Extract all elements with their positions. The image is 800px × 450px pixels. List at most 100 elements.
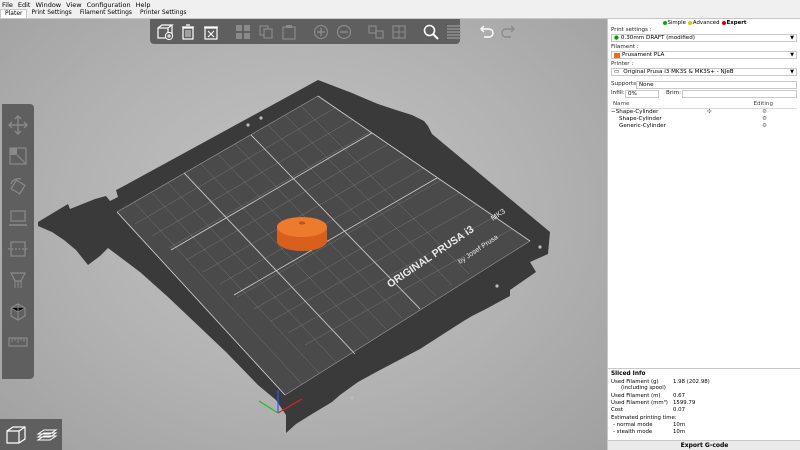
object-list-item[interactable]: Generic-Cylinder ⚙ bbox=[611, 123, 797, 130]
split-parts-icon bbox=[392, 24, 406, 39]
supports-label: Supports: bbox=[611, 81, 638, 87]
undo-icon bbox=[480, 25, 494, 38]
add-button[interactable] bbox=[156, 23, 174, 41]
undo-button[interactable] bbox=[477, 23, 495, 41]
tab-print-settings[interactable]: Print Settings bbox=[27, 9, 75, 18]
name-column-header[interactable]: Name bbox=[613, 101, 630, 108]
advanced-mode-icon bbox=[687, 21, 692, 25]
place-on-face-icon bbox=[9, 209, 27, 226]
preview-button[interactable] bbox=[33, 421, 61, 449]
split-parts-button[interactable] bbox=[390, 23, 408, 41]
search-icon bbox=[423, 24, 439, 40]
supports-combo[interactable]: None bbox=[636, 81, 797, 89]
split-objects-icon bbox=[368, 24, 384, 39]
infill-label: Infill: bbox=[611, 90, 625, 96]
scale-icon bbox=[9, 146, 27, 165]
object-list-item[interactable]: Shape-Cylinder ⚙ bbox=[611, 116, 797, 123]
mode-selector: Simple Advanced Expert bbox=[608, 19, 800, 27]
sidebar-panel: Simple Advanced Expert Print settings : … bbox=[607, 19, 800, 450]
move-button[interactable] bbox=[5, 112, 31, 137]
layers-editing-button[interactable] bbox=[445, 23, 463, 41]
brim-checkbox[interactable] bbox=[682, 90, 797, 98]
view-toggle-bar bbox=[0, 419, 62, 450]
export-gcode-button[interactable]: Export G-code bbox=[608, 440, 800, 450]
delete-button[interactable] bbox=[179, 23, 197, 41]
infill-combo[interactable]: 0% bbox=[625, 90, 659, 98]
3d-viewport[interactable]: ORIGINAL PRUSA i3 MK3 by Josef Prusa bbox=[0, 19, 607, 450]
delete-all-icon bbox=[204, 25, 218, 40]
edit-icon[interactable]: ⚙ bbox=[762, 109, 767, 116]
object-list-item[interactable]: −Shape-Cylinder ✣ ⚙ bbox=[611, 109, 797, 116]
move-icon bbox=[8, 114, 28, 135]
seam-paint-button[interactable] bbox=[5, 298, 31, 323]
bed-hole bbox=[495, 284, 499, 288]
measure-button[interactable] bbox=[5, 329, 31, 354]
delete-all-button[interactable] bbox=[202, 23, 220, 41]
scale-button[interactable] bbox=[5, 143, 31, 168]
arrange-button[interactable] bbox=[234, 23, 252, 41]
printer-icon: ▭ bbox=[614, 69, 620, 75]
printer-combo[interactable]: ▭ Original Prusa i3 MK3S & MK3S+ - NJeB … bbox=[611, 68, 797, 76]
filament-label: Filament : bbox=[611, 44, 639, 50]
remove-instance-icon bbox=[336, 24, 352, 39]
layers-editing-icon bbox=[447, 24, 461, 39]
chevron-down-icon: ▼ bbox=[790, 35, 794, 41]
seam-paint-icon bbox=[10, 302, 26, 321]
filament-combo[interactable]: Prusament PLA ▼ bbox=[611, 51, 797, 59]
chevron-down-icon: ▼ bbox=[790, 69, 794, 75]
preset-status-icon: ● bbox=[614, 35, 619, 41]
printer-label: Printer : bbox=[611, 61, 634, 67]
cube-3d-icon bbox=[5, 425, 26, 444]
tab-printer-settings[interactable]: Printer Settings bbox=[136, 9, 190, 18]
brim-label: Brim: bbox=[666, 90, 682, 96]
expert-mode-icon bbox=[721, 21, 726, 25]
add-icon bbox=[157, 23, 174, 40]
y-axis bbox=[258, 400, 279, 414]
tab-bar: Plater Print Settings Filament Settings … bbox=[0, 9, 800, 19]
bed-hole bbox=[246, 123, 250, 127]
bed-hole bbox=[538, 245, 542, 249]
redo-button[interactable] bbox=[500, 23, 518, 41]
simple-mode-icon bbox=[662, 21, 667, 25]
object-list-header: Name Editing bbox=[611, 101, 797, 109]
print-settings-label: Print settings : bbox=[611, 27, 652, 33]
paste-button[interactable] bbox=[280, 23, 298, 41]
tab-plater[interactable]: Plater bbox=[0, 9, 28, 18]
rotate-icon bbox=[10, 177, 26, 195]
search-button[interactable] bbox=[422, 23, 440, 41]
arrange-icon bbox=[236, 24, 250, 39]
sliced-info: Sliced Info Used Filament (g) 1.98 (202.9… bbox=[608, 368, 800, 440]
copy-icon bbox=[259, 24, 273, 39]
mode-simple[interactable]: Simple bbox=[662, 19, 686, 27]
top-toolbar bbox=[150, 19, 515, 44]
edit-icon[interactable]: ⚙ bbox=[762, 123, 767, 130]
mode-expert[interactable]: Expert bbox=[721, 19, 746, 27]
filament-color-swatch bbox=[614, 52, 620, 58]
print-settings-combo[interactable]: ● 0.30mm DRAFT (modified) ▼ bbox=[611, 34, 797, 42]
place-on-face-button[interactable] bbox=[5, 205, 31, 230]
delete-icon bbox=[182, 23, 194, 40]
bed-scene: ORIGINAL PRUSA i3 MK3 by Josef Prusa bbox=[38, 80, 550, 433]
3d-view-button[interactable] bbox=[2, 421, 30, 449]
tab-filament-settings[interactable]: Filament Settings bbox=[76, 9, 136, 18]
support-paint-button[interactable] bbox=[5, 267, 31, 292]
cut-button[interactable] bbox=[5, 236, 31, 261]
cylinder-object[interactable] bbox=[277, 217, 327, 251]
redo-icon bbox=[501, 25, 515, 38]
rotate-button[interactable] bbox=[5, 174, 31, 199]
chevron-down-icon: ▼ bbox=[790, 52, 794, 58]
add-instance-icon bbox=[313, 24, 329, 39]
editing-column-header[interactable]: Editing bbox=[754, 101, 773, 108]
bed-hole bbox=[350, 396, 354, 400]
split-objects-button[interactable] bbox=[367, 23, 385, 41]
add-instance-button[interactable] bbox=[312, 23, 330, 41]
sliced-info-title: Sliced Info bbox=[611, 371, 646, 377]
mode-advanced[interactable]: Advanced bbox=[687, 19, 720, 27]
layers-preview-icon bbox=[35, 429, 58, 440]
settings-icon: ✣ bbox=[707, 109, 712, 115]
bed-hole bbox=[259, 116, 263, 120]
remove-instance-button[interactable] bbox=[335, 23, 353, 41]
copy-button[interactable] bbox=[257, 23, 275, 41]
left-toolbar bbox=[2, 104, 34, 379]
edit-icon[interactable]: ⚙ bbox=[762, 116, 767, 123]
